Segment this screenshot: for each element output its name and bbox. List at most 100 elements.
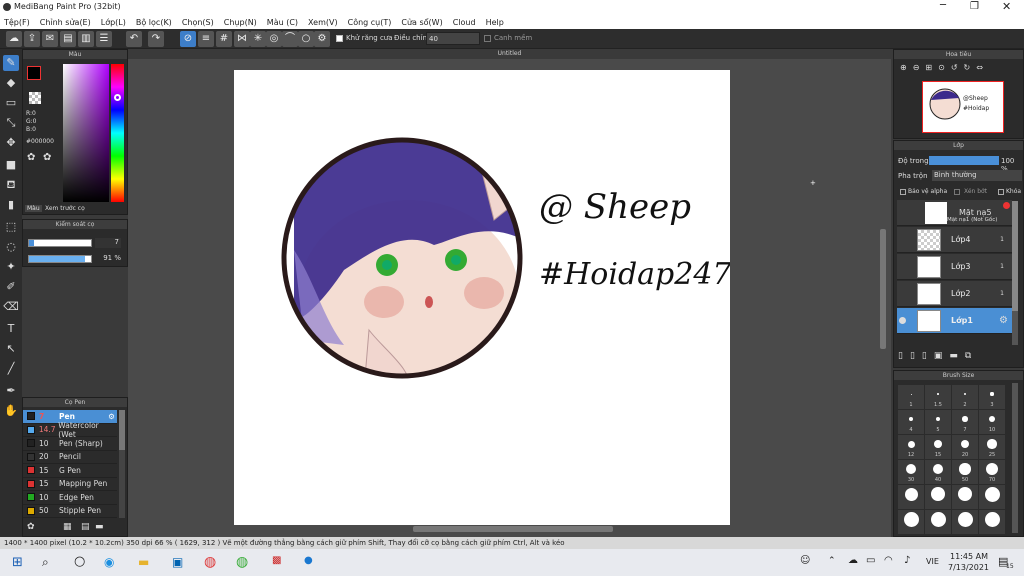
menu-help[interactable]: Help bbox=[486, 18, 504, 27]
brush-copy-icon[interactable]: ▤ bbox=[81, 522, 90, 532]
snap-checkbox[interactable] bbox=[484, 35, 491, 42]
brush-size-cell[interactable] bbox=[898, 510, 924, 534]
folder-icon[interactable]: ▬ bbox=[949, 351, 965, 361]
brush-size-cell[interactable]: 3 bbox=[979, 385, 1005, 409]
mask-layer[interactable]: Mặt nạ5 Mặt nạ1 (Not Gốc) bbox=[897, 200, 1012, 226]
zoom-reset-icon[interactable]: ⊙ bbox=[938, 63, 951, 72]
operation-tool-icon[interactable]: ↖ bbox=[3, 341, 19, 357]
search-icon[interactable]: ⌕ bbox=[42, 555, 49, 570]
protect-alpha-checkbox[interactable] bbox=[900, 189, 906, 195]
fit-icon[interactable]: ⊞ bbox=[925, 63, 938, 72]
brush-item[interactable]: 15 G Pen bbox=[23, 464, 117, 478]
rect-tool-icon[interactable]: ▭ bbox=[3, 95, 19, 111]
snap-vanish-icon[interactable]: ⋈ bbox=[234, 31, 250, 47]
brush-size-cell[interactable] bbox=[925, 485, 951, 509]
volume-icon[interactable]: ♪ bbox=[904, 555, 910, 566]
brush-item[interactable]: 10 Pen (Sharp) bbox=[23, 437, 117, 451]
list-icon[interactable]: ☰ bbox=[96, 31, 112, 47]
brush-opacity-slider[interactable] bbox=[28, 255, 92, 263]
brush-size-cell[interactable]: 25 bbox=[979, 435, 1005, 459]
brush-menu-icon[interactable]: ▦ bbox=[63, 522, 72, 532]
people-icon[interactable]: ☺ bbox=[800, 555, 810, 566]
palette-add-icon[interactable]: ✿ bbox=[43, 152, 51, 163]
chrome-icon[interactable]: ◍ bbox=[204, 554, 216, 570]
fill-rect-icon[interactable]: ■ bbox=[3, 157, 19, 173]
tray-up-icon[interactable]: ⌃ bbox=[828, 556, 836, 566]
cloud-icon[interactable]: ☁ bbox=[6, 31, 22, 47]
bucket-tool-icon[interactable]: ⛾ bbox=[3, 177, 19, 193]
brush-size-cell[interactable]: 10 bbox=[979, 410, 1005, 434]
redo-icon[interactable]: ↷ bbox=[148, 31, 164, 47]
text-tool-icon[interactable]: T bbox=[3, 321, 19, 337]
menu-edit[interactable]: Chỉnh sửa(E) bbox=[40, 18, 91, 27]
hue-slider[interactable] bbox=[111, 64, 124, 202]
eraser-tool-icon[interactable]: ◆ bbox=[3, 75, 19, 91]
brush-tool-icon[interactable]: ✎ bbox=[3, 55, 19, 71]
move-tool-icon[interactable]: ✥ bbox=[3, 135, 19, 151]
brush-size-cell[interactable]: 5 bbox=[925, 410, 951, 434]
transparent-swatch[interactable] bbox=[29, 92, 41, 104]
menu-view[interactable]: Xem(V) bbox=[308, 18, 338, 27]
new-layer-icon[interactable]: ▯ bbox=[898, 351, 910, 361]
brush-size-cell[interactable] bbox=[979, 510, 1005, 534]
brush-size-cell[interactable]: 7 bbox=[952, 410, 978, 434]
snap-off-icon[interactable]: ⊘ bbox=[180, 31, 196, 47]
layer-settings-icon[interactable]: ⚙ bbox=[999, 315, 1008, 326]
comment-icon[interactable]: ✉ bbox=[42, 31, 58, 47]
lock-checkbox[interactable] bbox=[998, 189, 1004, 195]
brush-size-cell[interactable]: 15 bbox=[925, 435, 951, 459]
magic-wand-icon[interactable]: ✦ bbox=[3, 259, 19, 275]
menu-cloud[interactable]: Cloud bbox=[453, 18, 476, 27]
snap-curve-icon[interactable]: ⌒ bbox=[282, 31, 298, 47]
snap-parallel-icon[interactable]: ≡ bbox=[198, 31, 214, 47]
brush-list-scrollbar[interactable] bbox=[119, 410, 125, 518]
paper[interactable]: @ Sheep #Hoidap247 bbox=[234, 70, 732, 525]
layer-row[interactable]: Lớp3 1 bbox=[897, 254, 1012, 280]
brush-item[interactable]: 20 Pencil bbox=[23, 451, 117, 464]
brush-size-cell[interactable] bbox=[952, 510, 978, 534]
lasso-tool-icon[interactable]: ◌ bbox=[3, 239, 19, 255]
layer-scrollbar[interactable] bbox=[1012, 201, 1018, 345]
minimize-icon[interactable]: ─ bbox=[940, 0, 946, 11]
flip-icon[interactable]: ⇔ bbox=[976, 63, 989, 72]
select-eraser-icon[interactable]: ⌫ bbox=[3, 299, 19, 315]
layer-row-selected[interactable]: Lớp1 ⚙ bbox=[897, 308, 1012, 334]
edge-icon[interactable]: ◉ bbox=[104, 555, 114, 569]
brush-size-cell[interactable]: 1.5 bbox=[925, 385, 951, 409]
brush-add-icon[interactable]: ✿ bbox=[27, 522, 35, 532]
copy-layer-icon[interactable]: ▯ bbox=[910, 351, 922, 361]
chrome-2-icon[interactable]: ◍ bbox=[236, 554, 248, 570]
battery-icon[interactable]: ▭ bbox=[866, 555, 875, 566]
brush-size-value[interactable]: 7 bbox=[95, 238, 121, 248]
layer-opacity-slider[interactable] bbox=[929, 156, 999, 165]
select-pen-icon[interactable]: ✐ bbox=[3, 279, 19, 295]
brush-size-cell[interactable]: 1 bbox=[898, 385, 924, 409]
store-icon[interactable]: ▣ bbox=[172, 555, 183, 569]
adjust-dropdown[interactable]: 40 bbox=[426, 32, 480, 45]
rotate-left-icon[interactable]: ↺ bbox=[951, 63, 964, 72]
task-view-icon[interactable]: ○ bbox=[74, 554, 85, 569]
brush-size-cell[interactable] bbox=[952, 485, 978, 509]
brush-item[interactable]: 15 Mapping Pen bbox=[23, 478, 117, 491]
snap-settings-icon[interactable]: ⚙ bbox=[314, 31, 330, 47]
saturation-picker[interactable] bbox=[63, 64, 109, 202]
snap-radial-icon[interactable]: ✳ bbox=[250, 31, 266, 47]
layer-row[interactable]: Lớp4 1 bbox=[897, 227, 1012, 253]
gear-icon[interactable]: ⚙ bbox=[108, 412, 115, 421]
vertical-scrollbar[interactable] bbox=[880, 229, 886, 349]
file-explorer-icon[interactable]: ▬ bbox=[138, 555, 149, 569]
zoom-out-icon[interactable]: ⊖ bbox=[913, 63, 926, 72]
tab-color[interactable]: Màu bbox=[25, 205, 42, 212]
menu-file[interactable]: Tệp(F) bbox=[4, 18, 30, 27]
clipping-checkbox[interactable] bbox=[954, 189, 960, 195]
wifi-icon[interactable]: ◠ bbox=[884, 555, 893, 566]
snap-circle-icon[interactable]: ◎ bbox=[266, 31, 282, 47]
gradient-tool-icon[interactable]: ▮ bbox=[3, 197, 19, 213]
brush-item[interactable]: 14.7 Watercolor (Wet bbox=[23, 421, 117, 439]
hue-handle[interactable] bbox=[114, 94, 121, 101]
navigator-preview[interactable]: @Sheep #Hoidap bbox=[922, 81, 1004, 133]
menu-snap[interactable]: Chụp(N) bbox=[224, 18, 257, 27]
brush-size-cell[interactable]: 50 bbox=[952, 460, 978, 484]
zoom-in-icon[interactable]: ⊕ bbox=[900, 63, 913, 72]
clock-time[interactable]: 11:45 AM bbox=[950, 552, 988, 561]
